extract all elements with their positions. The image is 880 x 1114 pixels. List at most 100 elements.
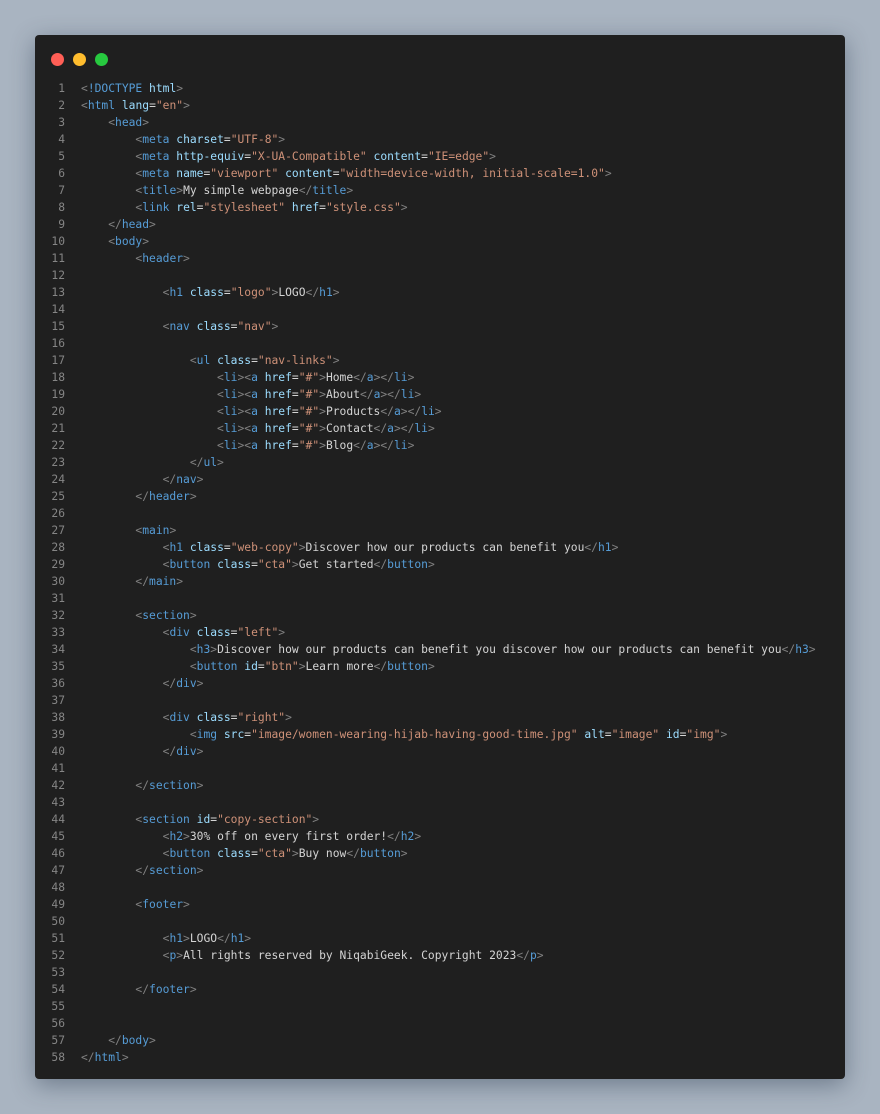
line-source: <link rel="stylesheet" href="style.css"> bbox=[65, 199, 407, 216]
code-token: </ bbox=[162, 677, 177, 690]
code-token: > bbox=[536, 949, 544, 962]
code-token: title bbox=[142, 184, 177, 197]
code-token: </ bbox=[162, 745, 177, 758]
code-line: 3 <head> bbox=[35, 114, 845, 131]
code-token: < bbox=[217, 371, 224, 384]
code-token: > bbox=[434, 405, 442, 418]
code-token: > bbox=[196, 745, 204, 758]
code-token: > bbox=[319, 439, 326, 452]
line-number: 53 bbox=[51, 966, 65, 979]
code-token: > bbox=[285, 711, 292, 724]
code-token: nav bbox=[176, 473, 197, 486]
code-token: class bbox=[196, 320, 231, 333]
code-token: ul bbox=[196, 354, 211, 367]
code-token: "#" bbox=[298, 405, 320, 418]
code-token: > bbox=[142, 116, 150, 129]
code-token: >< bbox=[237, 371, 252, 384]
code-token: nav bbox=[169, 320, 190, 333]
code-token: > bbox=[298, 660, 306, 673]
line-number: 38 bbox=[51, 711, 65, 724]
code-token: "#" bbox=[298, 439, 320, 452]
code-token: </ bbox=[373, 558, 388, 571]
code-token: Discover how our products can benefit yo… bbox=[305, 541, 585, 554]
code-token: div bbox=[169, 711, 190, 724]
code-token: "copy-section" bbox=[217, 813, 313, 826]
line-number: 29 bbox=[51, 558, 65, 571]
code-token: a bbox=[366, 371, 374, 384]
code-line: 57 </body> bbox=[35, 1032, 845, 1049]
code-token: < bbox=[108, 235, 116, 248]
line-number: 54 bbox=[51, 983, 65, 996]
code-line: 6 <meta name="viewport" content="width=d… bbox=[35, 165, 845, 182]
code-token: > bbox=[169, 524, 177, 537]
line-number: 43 bbox=[51, 796, 65, 809]
line-number: 46 bbox=[51, 847, 65, 860]
line-source bbox=[65, 301, 81, 318]
code-token: > bbox=[808, 643, 816, 656]
line-source: <div class="right"> bbox=[65, 709, 292, 726]
code-line: 50 bbox=[35, 913, 845, 930]
code-token: div bbox=[176, 745, 197, 758]
code-token: header bbox=[142, 252, 184, 265]
code-token: > bbox=[291, 558, 299, 571]
code-token: ></ bbox=[393, 422, 415, 435]
code-token: > bbox=[183, 252, 190, 265]
code-token: > bbox=[189, 490, 197, 503]
line-source: <li><a href="#">Blog</a></li> bbox=[65, 437, 414, 454]
code-token: section bbox=[149, 864, 197, 877]
code-token: </ bbox=[353, 371, 367, 384]
code-token: li bbox=[421, 405, 435, 418]
maximize-button[interactable] bbox=[95, 53, 108, 66]
code-token: Discover how our products can benefit yo… bbox=[217, 643, 782, 656]
code-token: li bbox=[414, 422, 428, 435]
code-token: </ bbox=[387, 830, 401, 843]
line-source: </footer> bbox=[65, 981, 196, 998]
code-token: = bbox=[291, 439, 299, 452]
code-line: 26 bbox=[35, 505, 845, 522]
minimize-button[interactable] bbox=[73, 53, 86, 66]
code-token: </ bbox=[346, 847, 360, 860]
line-source bbox=[65, 267, 81, 284]
line-source bbox=[65, 913, 81, 930]
line-source: </header> bbox=[65, 488, 197, 505]
code-token: ></ bbox=[373, 439, 394, 452]
code-token: > bbox=[319, 405, 326, 418]
line-number: 20 bbox=[51, 405, 65, 418]
code-line: 48 bbox=[35, 879, 845, 896]
code-token: </ bbox=[135, 864, 150, 877]
code-line: 22 <li><a href="#">Blog</a></li> bbox=[35, 437, 845, 454]
code-line: 7 <title>My simple webpage</title> bbox=[35, 182, 845, 199]
code-token: </ bbox=[380, 405, 394, 418]
code-token: id bbox=[666, 728, 680, 741]
line-number: 10 bbox=[51, 235, 65, 248]
close-button[interactable] bbox=[51, 53, 64, 66]
line-source: </section> bbox=[65, 777, 203, 794]
code-token: charset bbox=[176, 133, 224, 146]
code-line: 21 <li><a href="#">Contact</a></li> bbox=[35, 420, 845, 437]
code-token: >< bbox=[237, 388, 252, 401]
code-line: 53 bbox=[35, 964, 845, 981]
line-number: 34 bbox=[51, 643, 65, 656]
line-source: <!DOCTYPE html> bbox=[65, 80, 183, 97]
code-editor[interactable]: 1 <!DOCTYPE html> 2 <html lang="en"> 3 <head… bbox=[35, 80, 845, 1066]
code-token: alt bbox=[584, 728, 605, 741]
code-token: title bbox=[312, 184, 347, 197]
code-token: > bbox=[189, 609, 197, 622]
code-line: 16 bbox=[35, 335, 845, 352]
code-token: Blog bbox=[325, 439, 354, 452]
code-token: </ bbox=[189, 456, 204, 469]
code-token: "web-copy" bbox=[230, 541, 299, 554]
code-token: ></ bbox=[400, 405, 422, 418]
code-token: h1 bbox=[169, 932, 184, 945]
code-token: button bbox=[169, 847, 211, 860]
code-token: > bbox=[142, 235, 150, 248]
code-token: button bbox=[169, 558, 211, 571]
code-token: li bbox=[223, 388, 238, 401]
line-number: 16 bbox=[51, 337, 65, 350]
code-line: 5 <meta http-equiv="X-UA-Compatible" con… bbox=[35, 148, 845, 165]
code-token: class bbox=[196, 711, 231, 724]
